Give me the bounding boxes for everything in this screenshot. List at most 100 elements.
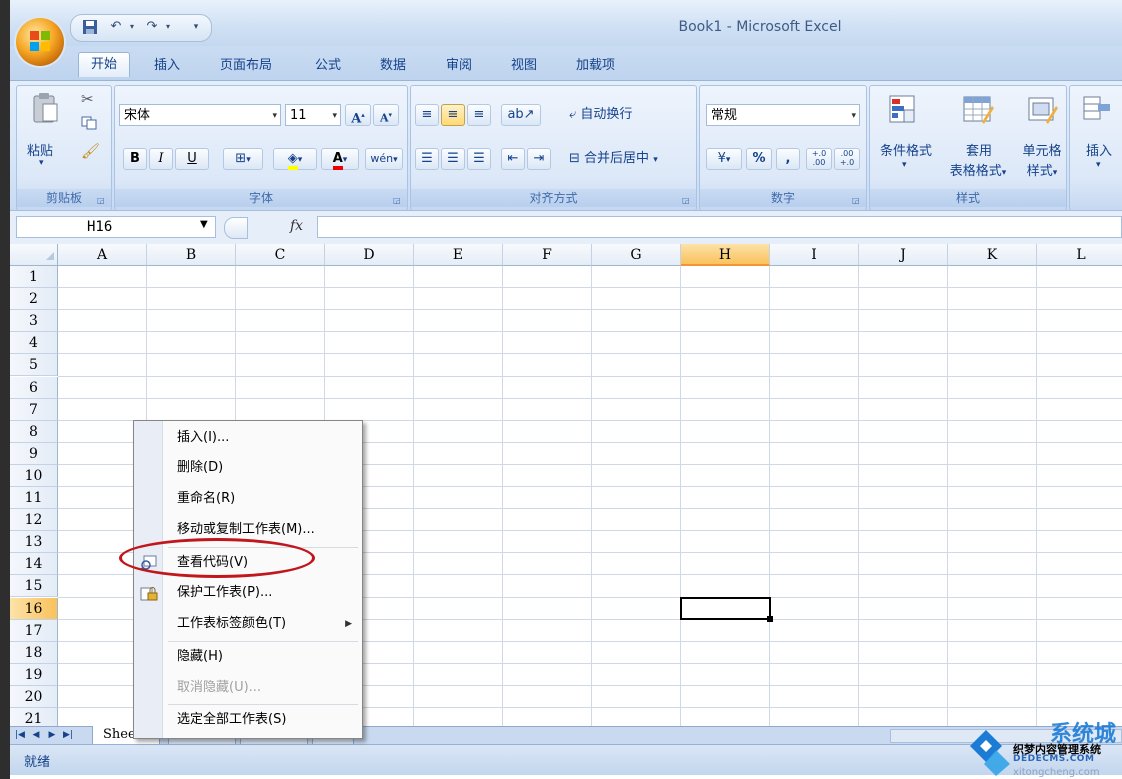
align-bottom-button[interactable]: ≡ xyxy=(467,104,491,126)
row-header-6[interactable]: 6 xyxy=(10,376,58,399)
first-sheet-icon[interactable]: |◀ xyxy=(14,728,26,742)
fill-handle[interactable] xyxy=(767,616,773,622)
menu-item-rename[interactable]: 重命名(R) xyxy=(134,484,362,514)
copy-icon[interactable] xyxy=(81,116,97,130)
shrink-font-button[interactable]: A▾ xyxy=(373,104,399,126)
undo-dropdown-icon[interactable]: ▾ xyxy=(123,19,141,35)
column-header-h[interactable]: H xyxy=(681,244,770,266)
increase-decimal-button[interactable]: +.0 .00 xyxy=(806,148,832,170)
column-header-j[interactable]: J xyxy=(859,244,948,266)
tab-data[interactable]: 数据 xyxy=(368,54,418,78)
last-sheet-icon[interactable]: ▶| xyxy=(62,728,74,742)
row-header-9[interactable]: 9 xyxy=(10,442,58,465)
conditional-format-button[interactable]: 条件格式 xyxy=(876,140,936,159)
column-header-k[interactable]: K xyxy=(948,244,1037,266)
align-middle-button[interactable]: ≡ xyxy=(441,104,465,126)
row-header-15[interactable]: 15 xyxy=(10,575,58,598)
cell-styles-icon[interactable] xyxy=(1026,94,1058,130)
column-header-i[interactable]: I xyxy=(770,244,859,266)
customize-qat-icon[interactable]: ▾ xyxy=(187,19,205,35)
align-center-button[interactable]: ☰ xyxy=(441,148,465,170)
menu-item-insert[interactable]: 插入(I)... xyxy=(134,423,362,453)
row-header-13[interactable]: 13 xyxy=(10,531,58,554)
row-header-14[interactable]: 14 xyxy=(10,553,58,576)
column-header-d[interactable]: D xyxy=(325,244,414,266)
row-header-16[interactable]: 16 xyxy=(10,597,58,620)
font-color-button[interactable]: A▾ xyxy=(321,148,359,170)
tab-page-layout[interactable]: 页面布局 xyxy=(208,54,284,78)
orientation-button[interactable]: ab↗ xyxy=(501,104,541,126)
format-as-table-icon[interactable] xyxy=(962,94,994,130)
phonetic-guide-button[interactable]: wén▾ xyxy=(365,148,403,170)
insert-cells-button[interactable]: 插入 xyxy=(1086,140,1112,159)
paste-dropdown-icon[interactable]: ▾ xyxy=(39,158,44,168)
alignment-launcher-icon[interactable]: ◲ xyxy=(682,196,692,206)
row-header-5[interactable]: 5 xyxy=(10,354,58,377)
formula-bar-expand-icon[interactable] xyxy=(224,217,248,239)
menu-item-tab-color[interactable]: 工作表标签颜色(T) ▶ xyxy=(134,609,362,639)
grow-font-button[interactable]: A▴ xyxy=(345,104,371,126)
formula-input[interactable] xyxy=(317,216,1122,238)
row-header-10[interactable]: 10 xyxy=(10,464,58,487)
row-header-2[interactable]: 2 xyxy=(10,288,58,311)
clipboard-launcher-icon[interactable]: ◲ xyxy=(97,196,107,206)
align-left-button[interactable]: ☰ xyxy=(415,148,439,170)
bold-button[interactable]: B xyxy=(123,148,147,170)
next-sheet-icon[interactable]: ▶ xyxy=(46,728,58,742)
insert-cells-icon[interactable] xyxy=(1082,94,1112,128)
select-all-button[interactable] xyxy=(10,244,58,266)
row-header-3[interactable]: 3 xyxy=(10,310,58,333)
wrap-text-button[interactable]: ⤶ 自动换行 xyxy=(569,104,632,126)
menu-item-select-all-sheets[interactable]: 选定全部工作表(S) xyxy=(134,705,362,735)
accounting-format-button[interactable]: ¥▾ xyxy=(706,148,742,170)
row-header-20[interactable]: 20 xyxy=(10,685,58,708)
borders-button[interactable]: ⊞▾ xyxy=(223,148,263,170)
paste-icon[interactable] xyxy=(31,92,61,123)
format-painter-icon[interactable]: 🖌 xyxy=(81,142,100,160)
underline-button[interactable]: U xyxy=(175,148,209,170)
column-header-f[interactable]: F xyxy=(503,244,592,266)
align-right-button[interactable]: ☰ xyxy=(467,148,491,170)
name-box[interactable]: H16 xyxy=(16,216,216,238)
align-top-button[interactable]: ≡ xyxy=(415,104,439,126)
row-header-21[interactable]: 21 xyxy=(10,708,58,726)
row-header-4[interactable]: 4 xyxy=(10,332,58,355)
save-icon[interactable] xyxy=(81,19,99,35)
font-size-combo[interactable]: 11 ▾ xyxy=(285,104,341,126)
decrease-indent-button[interactable]: ⇤ xyxy=(501,148,525,170)
name-box-dropdown-icon[interactable]: ▼ xyxy=(200,219,208,230)
tab-formulas[interactable]: 公式 xyxy=(303,54,353,78)
column-header-l[interactable]: L xyxy=(1037,244,1122,266)
office-button[interactable] xyxy=(16,18,64,66)
cell-styles-label-1[interactable]: 单元格 xyxy=(1018,140,1066,159)
column-header-c[interactable]: C xyxy=(236,244,325,266)
row-header-19[interactable]: 19 xyxy=(10,663,58,686)
tab-insert[interactable]: 插入 xyxy=(142,54,192,78)
format-as-table-button[interactable]: 表格格式▾ xyxy=(940,160,1016,179)
active-cell[interactable] xyxy=(680,597,771,620)
tab-home[interactable]: 开始 xyxy=(78,52,131,77)
insert-function-button[interactable]: fx xyxy=(290,218,303,234)
menu-item-hide[interactable]: 隐藏(H) xyxy=(134,642,362,672)
redo-dropdown-icon[interactable]: ▾ xyxy=(159,19,177,35)
prev-sheet-icon[interactable]: ◀ xyxy=(30,728,42,742)
menu-item-protect-sheet[interactable]: 保护工作表(P)... xyxy=(134,578,362,608)
percent-button[interactable]: % xyxy=(746,148,772,170)
menu-item-delete[interactable]: 删除(D) xyxy=(134,453,362,483)
decrease-decimal-button[interactable]: .00 +.0 xyxy=(834,148,860,170)
column-header-a[interactable]: A xyxy=(58,244,147,266)
cell-styles-button[interactable]: 样式▾ xyxy=(1020,160,1064,179)
row-header-8[interactable]: 8 xyxy=(10,420,58,443)
row-header-12[interactable]: 12 xyxy=(10,509,58,532)
tab-addins[interactable]: 加载项 xyxy=(564,54,627,78)
row-header-17[interactable]: 17 xyxy=(10,619,58,642)
column-header-e[interactable]: E xyxy=(414,244,503,266)
increase-indent-button[interactable]: ⇥ xyxy=(527,148,551,170)
font-launcher-icon[interactable]: ◲ xyxy=(393,196,403,206)
merge-center-button[interactable]: ⊟ 合并后居中 ▾ xyxy=(569,148,658,170)
column-header-g[interactable]: G xyxy=(592,244,681,266)
comma-button[interactable]: , xyxy=(776,148,800,170)
font-name-combo[interactable]: 宋体 ▾ xyxy=(119,104,281,126)
row-header-11[interactable]: 11 xyxy=(10,487,58,509)
fill-color-button[interactable]: ◈▾ xyxy=(273,148,317,170)
